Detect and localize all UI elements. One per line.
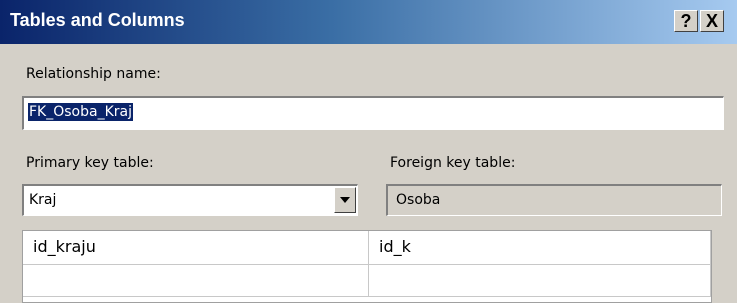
foreign-key-table-label: Foreign key table: bbox=[390, 155, 516, 171]
foreign-column-cell[interactable]: id_k bbox=[369, 231, 711, 265]
help-button[interactable]: ? bbox=[674, 10, 698, 32]
foreign-column-cell-empty[interactable] bbox=[369, 265, 711, 297]
relationship-name-value: FK_Osoba_Kraj bbox=[28, 103, 133, 121]
primary-key-table-label: Primary key table: bbox=[26, 155, 154, 171]
foreign-key-table-value: Osoba bbox=[396, 192, 441, 208]
foreign-key-table-field: Osoba bbox=[386, 184, 722, 216]
primary-column-cell[interactable]: id_kraju bbox=[23, 231, 369, 265]
primary-column-cell-empty[interactable] bbox=[23, 265, 369, 297]
primary-key-table-select[interactable]: Kraj bbox=[22, 184, 358, 216]
chevron-down-icon bbox=[340, 197, 350, 203]
columns-grid[interactable]: id_kraju id_k bbox=[22, 230, 712, 303]
help-icon: ? bbox=[680, 11, 692, 31]
primary-key-table-value: Kraj bbox=[29, 192, 57, 208]
dialog-title: Tables and Columns bbox=[10, 10, 185, 30]
primary-key-dropdown-button[interactable] bbox=[334, 187, 356, 213]
relationship-name-label: Relationship name: bbox=[26, 66, 161, 82]
grid-scrollbar[interactable] bbox=[724, 228, 737, 303]
relationship-name-input[interactable]: FK_Osoba_Kraj bbox=[22, 96, 724, 130]
close-button[interactable]: X bbox=[700, 10, 724, 32]
title-bar: Tables and Columns ? X bbox=[0, 0, 737, 44]
close-icon: X bbox=[705, 11, 718, 31]
